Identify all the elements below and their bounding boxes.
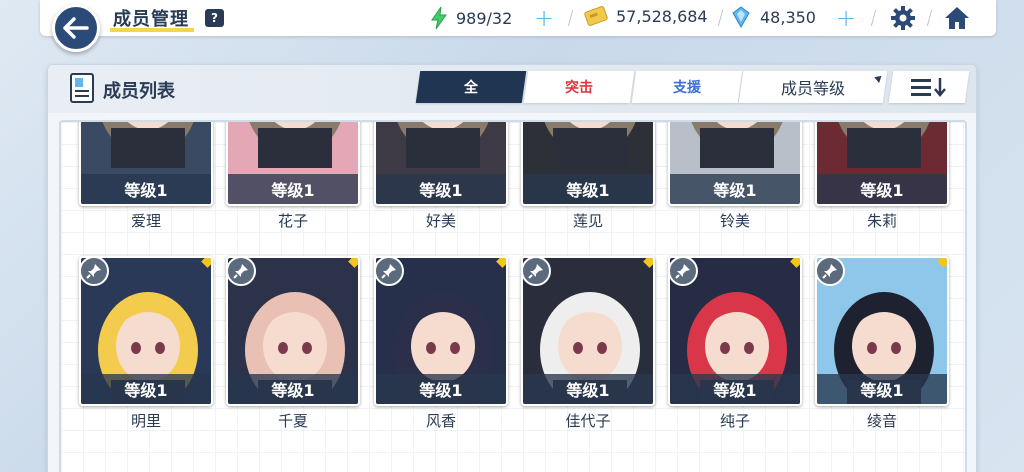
member-name: 纯子 [719, 412, 750, 430]
member-card[interactable]: 等级1 [226, 256, 360, 406]
member-list-title: 成员列表 [103, 81, 175, 102]
sort-order-button[interactable] [888, 71, 970, 103]
level-label: 等级1 [670, 374, 800, 404]
tab-special[interactable]: 支援 [631, 71, 743, 103]
member-name: 风香 [425, 412, 456, 430]
member-card[interactable]: 等级1 [226, 122, 360, 206]
level-label: 等级1 [228, 174, 358, 204]
member-name: 千夏 [277, 412, 308, 430]
member-card[interactable]: 等级1 [79, 122, 213, 206]
tab-all[interactable]: 全 [415, 71, 527, 103]
help-button[interactable]: ? [205, 9, 224, 27]
member-grid: 等级1 爱理 等级1 花子 等级1 好美 等级1 莲见 等级1 铃美 等级1 朱… [59, 120, 967, 472]
level-label: 等级1 [670, 174, 800, 204]
credits-value: 57,528,684 [616, 6, 708, 26]
member-name: 佳代子 [565, 412, 611, 430]
gems-display: 48,350 [732, 6, 816, 28]
member-name: 爱理 [130, 212, 161, 230]
sort-label: 成员等级 [780, 79, 845, 98]
member-name: 明里 [130, 412, 161, 430]
member-name: 朱莉 [866, 212, 897, 230]
title-underline [110, 28, 194, 32]
member-name: 花子 [277, 212, 308, 230]
pin-icon[interactable] [228, 258, 256, 286]
level-label: 等级1 [81, 174, 211, 204]
credit-ticket-icon [584, 6, 608, 26]
tab-label: 突击 [565, 80, 593, 96]
gear-icon[interactable] [890, 5, 916, 31]
level-label: 等级1 [376, 174, 506, 204]
member-card[interactable]: 等级1 [815, 122, 949, 206]
filter-tabs: 全 突击 支援 [415, 71, 743, 103]
member-card-icon [70, 73, 94, 103]
pin-icon[interactable] [817, 258, 845, 286]
pin-icon[interactable] [376, 258, 404, 286]
credits-display: 57,528,684 [584, 6, 708, 26]
pin-icon[interactable] [523, 258, 551, 286]
tab-label: 全 [464, 80, 478, 96]
member-card[interactable]: 等级1 [668, 122, 802, 206]
gem-icon [732, 6, 750, 28]
add-gems-button[interactable]: + [836, 4, 856, 32]
energy-display: 989/32 [430, 6, 512, 30]
level-label: 等级1 [228, 374, 358, 404]
pin-icon[interactable] [81, 258, 109, 286]
level-label: 等级1 [523, 374, 653, 404]
dropdown-triangle-icon [874, 73, 884, 83]
member-card[interactable]: 等级1 [521, 122, 655, 206]
energy-value: 989/32 [456, 8, 513, 28]
tab-label: 支援 [673, 80, 701, 96]
pin-icon[interactable] [670, 258, 698, 286]
home-icon[interactable] [944, 5, 970, 31]
member-card[interactable]: 等级1 [521, 256, 655, 406]
level-label: 等级1 [817, 174, 947, 204]
sort-dropdown[interactable]: 成员等级 [738, 71, 888, 103]
member-card[interactable]: 等级1 [374, 256, 508, 406]
add-energy-button[interactable]: + [534, 4, 554, 32]
member-card[interactable]: 等级1 [79, 256, 213, 406]
level-label: 等级1 [817, 374, 947, 404]
member-name: 绫音 [866, 412, 897, 430]
member-card[interactable]: 等级1 [815, 256, 949, 406]
back-button[interactable] [52, 4, 100, 52]
sort-descending-icon [911, 78, 946, 97]
arrow-left-icon [63, 17, 89, 39]
member-panel: 成员列表 全 突击 支援 成员等级 等级1 爱理 等级1 花子 等级1 好美 等… [47, 64, 977, 472]
member-name: 好美 [425, 212, 456, 230]
member-card[interactable]: 等级1 [374, 122, 508, 206]
level-label: 等级1 [376, 374, 506, 404]
gems-value: 48,350 [760, 7, 816, 27]
member-name: 铃美 [719, 212, 750, 230]
member-card[interactable]: 等级1 [668, 256, 802, 406]
level-label: 等级1 [81, 374, 211, 404]
lightning-icon [431, 6, 447, 30]
member-name: 莲见 [572, 212, 603, 230]
tab-striker[interactable]: 突击 [523, 71, 635, 103]
level-label: 等级1 [523, 174, 653, 204]
